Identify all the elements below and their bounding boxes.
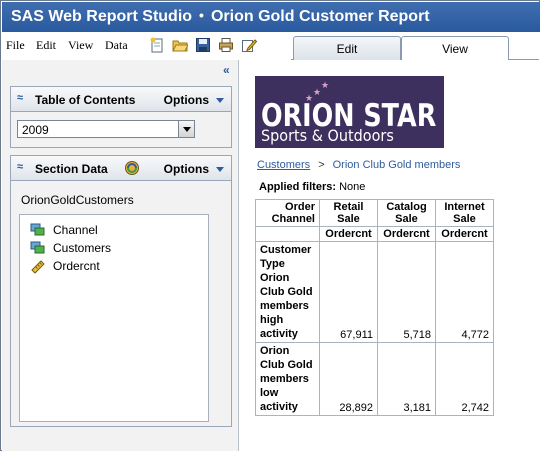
column-header-internet[interactable]: Internet Sale: [435, 199, 494, 227]
edit-report-icon[interactable]: [241, 37, 257, 53]
orion-star-logo: ★ ★ ★ ORION STAR Sports & Outdoors: [255, 76, 444, 148]
table-row: Customer Type Orion Club Gold members hi…: [255, 241, 494, 343]
section-data-panel-header[interactable]: ≈ Section Data Options: [10, 155, 232, 181]
measure-header: Ordercnt: [435, 226, 494, 242]
tree-item-label: Customers: [53, 241, 112, 255]
star-icon: ★: [321, 80, 330, 90]
title-separator: •: [199, 7, 204, 23]
menu-file[interactable]: File: [6, 38, 25, 53]
data-cell: 3,181: [377, 342, 436, 416]
data-cell: 5,718: [377, 241, 436, 343]
collapse-pane-icon[interactable]: «: [223, 63, 230, 77]
data-items-tree: Channel Customers Ordercnt: [19, 214, 209, 422]
breadcrumb-separator: >: [318, 159, 325, 171]
data-cell: 2,742: [435, 342, 494, 416]
new-report-icon[interactable]: [149, 37, 165, 53]
tab-edit[interactable]: Edit: [293, 36, 401, 60]
chevron-up-icon[interactable]: ≈: [17, 92, 23, 104]
chevron-down-icon[interactable]: [216, 98, 224, 103]
app-window: SAS Web Report Studio • Orion Gold Custome…: [0, 0, 540, 451]
menu-view[interactable]: View: [68, 38, 93, 53]
toc-select-value: 2009: [22, 123, 49, 137]
data-source-name: OrionGoldCustomers: [21, 193, 134, 207]
filters-value: None: [339, 181, 366, 193]
save-icon[interactable]: [195, 37, 211, 53]
dropdown-arrow-icon[interactable]: [178, 121, 194, 137]
measure-icon: [31, 260, 45, 274]
toc-options-menu[interactable]: Options: [164, 93, 209, 107]
breadcrumb-current[interactable]: Orion Club Gold members: [333, 159, 461, 171]
row-header-cell: Customer Type Orion Club Gold members hi…: [255, 241, 320, 343]
menu-data[interactable]: Data: [105, 38, 128, 53]
open-folder-icon[interactable]: [172, 37, 188, 53]
data-cell: 28,892: [319, 342, 378, 416]
filters-label: Applied filters:: [259, 181, 337, 193]
row-label-high[interactable]: Orion Club Gold members high activity: [260, 271, 315, 341]
logo-line2: Sports & Outdoors: [261, 126, 394, 145]
breadcrumb: Customers > Orion Club Gold members: [257, 159, 460, 171]
menu-edit[interactable]: Edit: [36, 38, 56, 53]
breadcrumb-link-customers[interactable]: Customers: [257, 159, 310, 171]
star-icon: ★: [313, 87, 322, 97]
section-data-options-menu[interactable]: Options: [164, 162, 209, 176]
corner-blank-cell: [255, 226, 320, 242]
chevron-down-icon[interactable]: [216, 167, 224, 172]
data-cell: 67,911: [319, 241, 378, 343]
data-cell: 4,772: [435, 241, 494, 343]
category-icon: [30, 223, 45, 236]
row-label-low[interactable]: Orion Club Gold members low activity: [255, 342, 320, 416]
measure-header: Ordercnt: [319, 226, 378, 242]
side-pane: « ≈ Table of Contents Options 2009 ≈ Sec…: [2, 60, 239, 451]
crosstab-table: Order Channel Retail Sale Catalog Sale I…: [255, 199, 494, 416]
measure-header: Ordercnt: [377, 226, 436, 242]
report-title: Orion Gold Customer Report: [210, 8, 430, 25]
section-data-title: Section Data: [35, 162, 108, 176]
tab-view[interactable]: View: [401, 36, 509, 61]
data-source-icon[interactable]: [124, 160, 140, 176]
section-data-panel-body: OrionGoldCustomers Channel Customers Ord…: [10, 181, 232, 427]
corner-column-header: Order Channel: [255, 199, 320, 227]
title-bar: SAS Web Report Studio • Orion Gold Custome…: [2, 2, 540, 32]
tree-item-label: Channel: [53, 223, 98, 237]
report-view: ★ ★ ★ ORION STAR Sports & Outdoors Custo…: [239, 60, 540, 451]
row-axis-label: Customer Type: [260, 244, 312, 270]
toc-title: Table of Contents: [35, 93, 136, 107]
app-name: SAS Web Report Studio: [11, 8, 193, 25]
chevron-up-icon[interactable]: ≈: [17, 161, 23, 173]
category-icon: [30, 241, 45, 254]
toc-panel-header[interactable]: ≈ Table of Contents Options: [10, 86, 232, 112]
column-header-retail[interactable]: Retail Sale: [319, 199, 378, 227]
applied-filters: Applied filters: None: [259, 181, 365, 193]
toc-panel-body: 2009: [10, 112, 232, 148]
print-icon[interactable]: [218, 37, 234, 53]
tree-item-label: Ordercnt: [53, 259, 100, 273]
table-row: Orion Club Gold members low activity 28,…: [255, 342, 494, 416]
toc-select[interactable]: 2009: [17, 120, 195, 138]
column-header-catalog[interactable]: Catalog Sale: [377, 199, 436, 227]
